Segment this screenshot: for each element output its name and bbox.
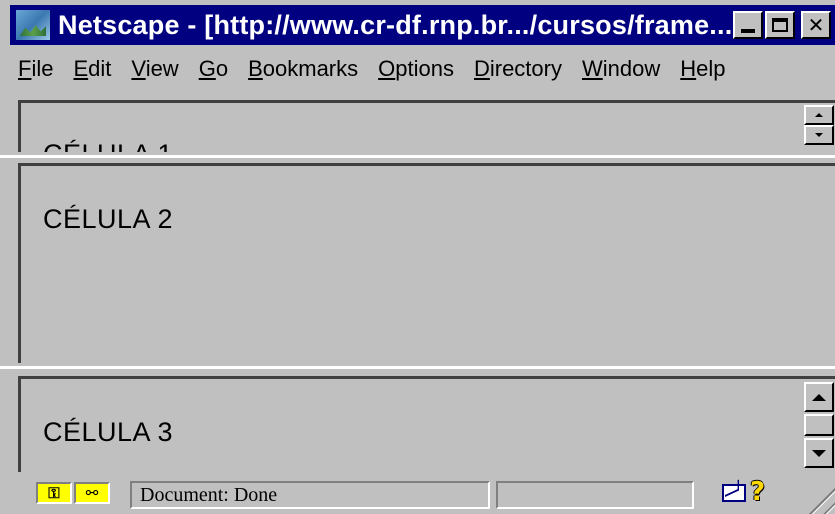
menu-label: elp [696, 56, 726, 81]
frame-1-scrollbar[interactable] [803, 103, 835, 149]
menu-accel: B [248, 56, 263, 81]
netscape-app-icon[interactable] [16, 10, 50, 40]
link-icon: ⚯ [74, 482, 110, 504]
menu-bar: File Edit View Go Bookmarks Options Dire… [10, 50, 835, 88]
close-icon: ✕ [807, 13, 825, 37]
minimize-icon [741, 29, 755, 33]
menu-bookmarks[interactable]: Bookmarks [240, 56, 366, 82]
menu-label: ile [31, 56, 54, 81]
menu-label: dit [88, 56, 112, 81]
arrow-down-icon [812, 449, 826, 457]
menu-accel: V [131, 56, 146, 81]
arrow-up-icon [815, 113, 823, 117]
window-controls: ✕ [733, 11, 831, 39]
menu-window[interactable]: Window [574, 56, 668, 82]
menu-accel: D [473, 56, 490, 81]
menu-edit[interactable]: Edit [65, 56, 119, 82]
key-icon: ⚿ [36, 482, 72, 504]
frame-3-scroll-up-button[interactable] [804, 382, 834, 412]
arrow-down-icon [815, 133, 823, 137]
progress-field [496, 481, 694, 509]
maximize-icon [772, 18, 788, 32]
browser-window: Netscape - [http://www.cr-df.rnp.br.../c… [0, 0, 835, 514]
minimize-button[interactable] [733, 11, 763, 39]
menu-label: irectory [489, 56, 562, 81]
frame-1-text: CÉLULA 1 [43, 139, 173, 152]
close-button[interactable]: ✕ [801, 11, 831, 39]
menu-help[interactable]: Help [672, 56, 733, 82]
menu-label: ookmarks [262, 56, 359, 81]
menu-accel: G [198, 56, 216, 81]
maximize-button[interactable] [765, 11, 795, 39]
frame-3-scroll-down-button[interactable] [804, 438, 834, 468]
frame-divider[interactable] [0, 155, 835, 158]
title-bar[interactable]: Netscape - [http://www.cr-df.rnp.br.../c… [10, 5, 835, 45]
menu-view[interactable]: View [123, 56, 186, 82]
menu-accel: E [73, 56, 89, 81]
menu-accel: O [378, 56, 396, 81]
menu-accel: W [581, 56, 603, 81]
menu-label: iew [145, 56, 179, 81]
frame-celula-3[interactable]: CÉLULA 3 [18, 376, 835, 472]
frame-divider[interactable] [0, 366, 835, 369]
menu-go[interactable]: Go [191, 56, 236, 82]
arrow-up-icon [812, 393, 826, 401]
menu-file[interactable]: File [10, 56, 61, 82]
security-indicator[interactable]: ⚿ ⚯ [36, 482, 114, 508]
menu-label: indow [602, 56, 661, 81]
status-bar: ⚿ ⚯ Document: Done ? [0, 476, 835, 514]
menu-accel: H [680, 56, 697, 81]
menu-accel: F [18, 56, 32, 81]
menu-label: o [215, 56, 229, 81]
frame-celula-2[interactable]: CÉLULA 2 [18, 163, 835, 363]
menu-directory[interactable]: Directory [466, 56, 570, 82]
frame-1-scroll-down-button[interactable] [804, 125, 834, 145]
menu-label: ptions [395, 56, 454, 81]
frame-1-scroll-up-button[interactable] [804, 105, 834, 125]
frame-celula-1[interactable]: CÉLULA 1 [18, 100, 835, 152]
frame-2-text: CÉLULA 2 [43, 204, 174, 234]
resize-grip[interactable] [805, 484, 835, 514]
frame-3-scrollbar[interactable] [803, 380, 835, 472]
status-text: Document: Done [130, 481, 490, 509]
mail-icon[interactable] [722, 484, 746, 502]
menu-options[interactable]: Options [370, 56, 462, 82]
frame-3-text: CÉLULA 3 [43, 417, 174, 447]
help-icon[interactable]: ? [750, 477, 765, 507]
window-title: Netscape - [http://www.cr-df.rnp.br.../c… [58, 9, 733, 40]
frame-3-scroll-thumb[interactable] [804, 414, 834, 436]
